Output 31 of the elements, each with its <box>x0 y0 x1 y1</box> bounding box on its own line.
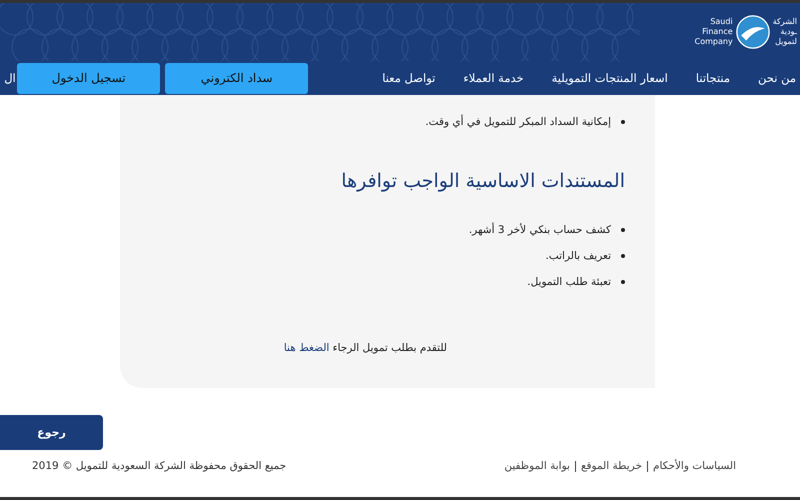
nav-link[interactable]: اسعار المنتجات التمويلية <box>538 71 682 85</box>
footer-link[interactable]: بوابة الموظفين <box>499 460 575 472</box>
copyright-text: جميع الحقوق محفوظة الشركة السعودية للتمويل © 2019 <box>32 460 286 472</box>
section-heading: المستندات الاساسية الواجب توافرها <box>340 169 625 194</box>
bullet-text: كشف حساب بنكي لأخر 3 أشهر. <box>468 222 612 238</box>
logo-text: الشركة <box>772 17 797 27</box>
bullet-text: إمكانية السداد المبكر للتمويل في أي وقت. <box>424 114 612 130</box>
nav-link[interactable]: خدمة العملاء <box>449 71 538 85</box>
nav-link[interactable]: ال <box>4 71 12 85</box>
bullet-icon <box>621 254 625 258</box>
footer-link[interactable]: خريطة الموقع <box>574 460 647 472</box>
bullet-icon <box>621 280 625 284</box>
apply-text: للتقدم بطلب تمويل الرجاء الضغط هنا <box>282 341 447 356</box>
bullet-text: تعبئة طلب التمويل. <box>526 275 612 290</box>
nav-link[interactable]: تواصل معنا <box>368 71 450 85</box>
back-button[interactable]: رجوع <box>0 415 103 450</box>
bullet-icon <box>621 120 625 124</box>
bullet-icon <box>621 228 625 232</box>
logo-text: Finance <box>702 27 733 37</box>
nav-link[interactable]: من نحن <box>744 71 800 85</box>
nav-button[interactable]: تسجيل الدخول <box>17 62 160 94</box>
logo-text: لتمويل <box>775 37 797 47</box>
logo-icon <box>736 15 770 49</box>
nav-link[interactable]: منتجاتنا <box>682 71 744 85</box>
footer-link[interactable]: السياسات والأحكام <box>646 460 736 472</box>
logo-text: ـودية <box>780 27 797 37</box>
logo-text: Saudi <box>710 17 733 27</box>
bullet-text: تعريف بالراتب. <box>544 249 612 264</box>
nav-button[interactable]: سداد الكتروني <box>165 62 308 94</box>
logo-text: Company <box>694 37 733 47</box>
apply-link[interactable]: الضغط هنا <box>284 342 330 354</box>
